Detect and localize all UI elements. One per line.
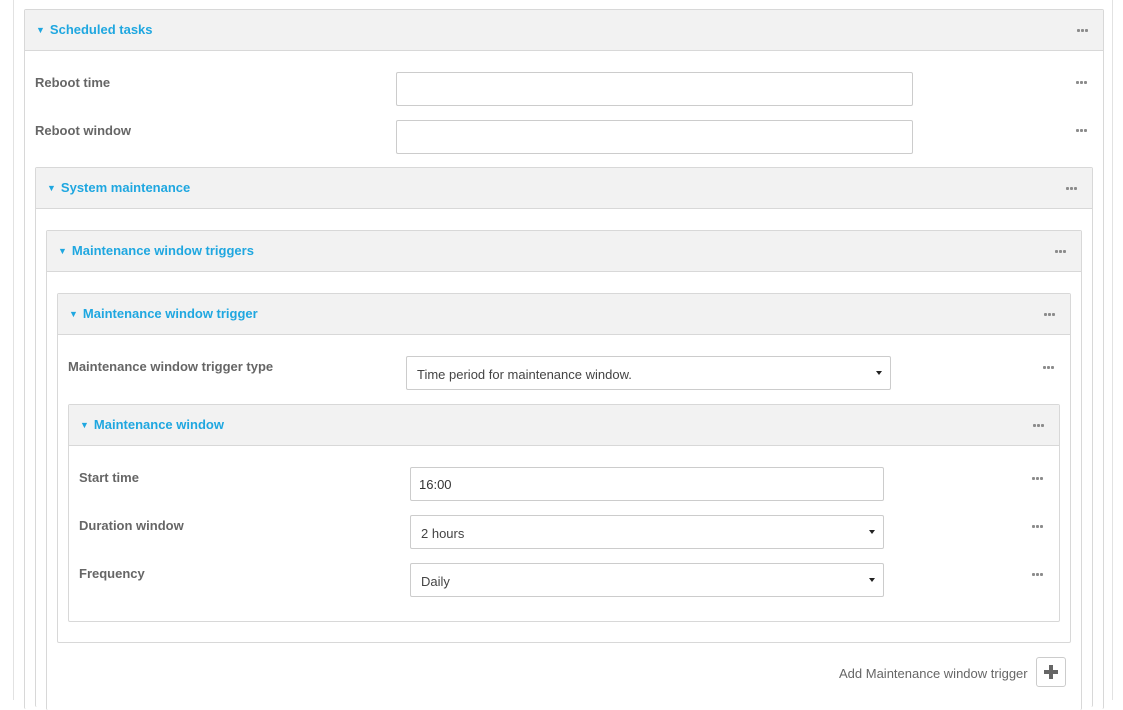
reboot-time-label: Reboot time [35,75,111,90]
trigger-type-label: Maintenance window trigger type [68,359,274,374]
frequency-label: Frequency [79,566,145,581]
reboot-window-more-icon[interactable] [1076,129,1088,133]
more-options-icon[interactable] [1044,313,1056,317]
duration-window-label: Duration window [79,518,184,533]
caret-down-icon: ▼ [36,25,45,35]
caret-down-icon: ▼ [47,183,56,193]
maintenance-window-trigger-toggle[interactable]: ▼ Maintenance window trigger [69,306,258,321]
maintenance-window-triggers-title: Maintenance window triggers [71,243,254,258]
frequency-value: Daily [421,574,450,589]
maintenance-window-triggers-header[interactable]: ▼ Maintenance window triggers [47,231,1081,272]
maintenance-window-toggle[interactable]: ▼ Maintenance window [80,417,224,432]
start-time-more-icon[interactable] [1032,477,1044,481]
reboot-window-input[interactable] [396,120,913,154]
reboot-time-more-icon[interactable] [1076,81,1088,85]
system-maintenance-header[interactable]: ▼ System maintenance [36,168,1092,209]
chevron-down-icon [869,530,875,534]
caret-down-icon: ▼ [58,246,67,256]
duration-window-value: 2 hours [421,526,465,541]
system-maintenance-toggle[interactable]: ▼ System maintenance [47,180,190,195]
trigger-type-value: Time period for maintenance window. [417,367,632,382]
chevron-down-icon [869,578,875,582]
maintenance-window-title: Maintenance window [93,417,224,432]
reboot-time-input[interactable] [396,72,913,106]
frequency-select[interactable]: Daily [410,563,884,597]
scheduled-tasks-header[interactable]: ▼ Scheduled tasks [25,10,1103,51]
add-trigger-label[interactable]: Add Maintenance window trigger [839,666,1028,681]
scheduled-tasks-toggle[interactable]: ▼ Scheduled tasks [36,22,153,37]
more-options-icon[interactable] [1077,29,1089,33]
caret-down-icon: ▼ [69,309,78,319]
caret-down-icon: ▼ [80,420,89,430]
more-options-icon[interactable] [1033,424,1045,428]
maintenance-window-trigger-header[interactable]: ▼ Maintenance window trigger [58,294,1070,335]
maintenance-window-header[interactable]: ▼ Maintenance window [69,405,1059,446]
trigger-type-select[interactable]: Time period for maintenance window. [406,356,891,390]
duration-window-more-icon[interactable] [1032,525,1044,529]
maintenance-window-trigger-title: Maintenance window trigger [82,306,258,321]
chevron-down-icon [876,371,882,375]
frequency-more-icon[interactable] [1032,573,1044,577]
scheduled-tasks-title: Scheduled tasks [49,22,153,37]
maintenance-window-triggers-toggle[interactable]: ▼ Maintenance window triggers [58,243,254,258]
start-time-label: Start time [79,470,139,485]
system-maintenance-title: System maintenance [60,180,191,195]
reboot-window-label: Reboot window [35,123,132,138]
plus-icon [1044,665,1058,679]
more-options-icon[interactable] [1055,250,1067,254]
start-time-input[interactable] [410,467,884,501]
duration-window-select[interactable]: 2 hours [410,515,884,549]
add-trigger-button[interactable] [1036,657,1066,687]
more-options-icon[interactable] [1066,187,1078,191]
trigger-type-more-icon[interactable] [1043,366,1055,370]
